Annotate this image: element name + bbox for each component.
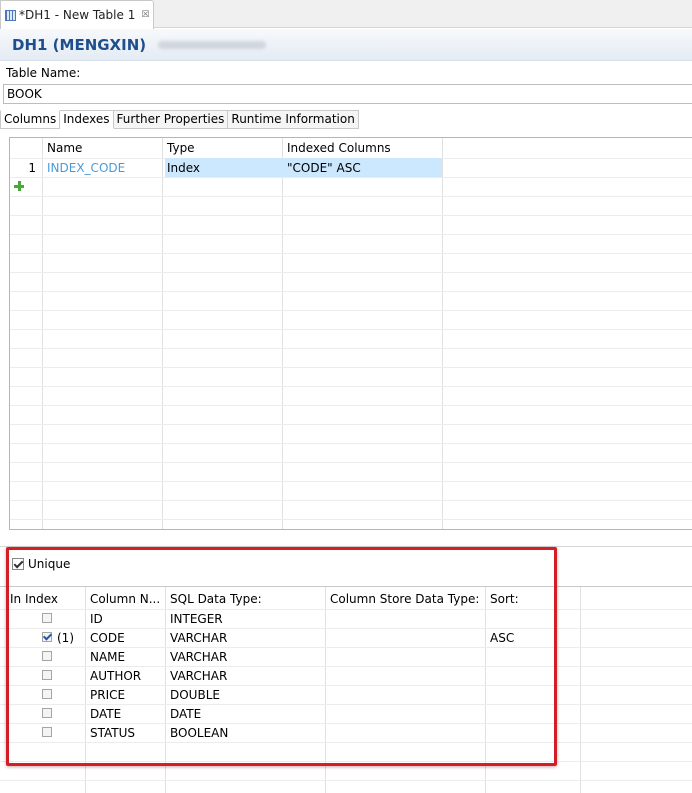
editor-tab-new-table[interactable]: *DH1 - New Table 1 ☒ xyxy=(0,0,154,29)
column-header-in-index[interactable]: In Index xyxy=(10,592,58,606)
index-order: (1) xyxy=(57,631,74,645)
grid-row-line xyxy=(10,386,692,387)
unique-label: Unique xyxy=(28,557,71,571)
grid-row-line xyxy=(10,253,692,254)
sql-type-cell: DATE xyxy=(170,707,202,721)
grid-row-line xyxy=(10,272,692,273)
table-name-label: Table Name: xyxy=(6,66,81,80)
column-header-column-name[interactable]: Column N... xyxy=(90,592,160,606)
grid-row-line xyxy=(10,291,692,292)
blurred-host-address xyxy=(158,40,267,49)
table-name-input[interactable] xyxy=(3,84,692,104)
column-name-cell: NAME xyxy=(90,650,126,664)
editor-tab-title: *DH1 - New Table 1 xyxy=(19,8,136,22)
table-row[interactable]: NAME VARCHAR xyxy=(0,647,692,666)
table-row[interactable]: PRICE DOUBLE xyxy=(0,685,692,704)
grid-row-line xyxy=(10,234,692,235)
grid-row-line xyxy=(10,500,692,501)
grid-row-line xyxy=(10,310,692,311)
column-header-sort[interactable]: Sort: xyxy=(490,592,519,606)
column-name-cell: DATE xyxy=(90,707,122,721)
in-index-checkbox[interactable] xyxy=(42,708,52,718)
grid-row-line xyxy=(10,367,692,368)
sql-type-cell: INTEGER xyxy=(170,612,223,626)
table-icon xyxy=(5,9,16,21)
plus-icon[interactable] xyxy=(14,181,24,191)
connection-title: DH1 (MENGXIN) xyxy=(12,35,147,54)
column-header-name[interactable]: Name xyxy=(47,141,82,155)
grid-row-line xyxy=(10,443,692,444)
grid-row-line xyxy=(10,462,692,463)
column-header-indexed-columns[interactable]: Indexed Columns xyxy=(287,141,391,155)
property-tabs: Columns Indexes Further Properties Runti… xyxy=(0,110,359,129)
grid-row-line xyxy=(10,196,692,197)
sql-type-cell: DOUBLE xyxy=(170,688,220,702)
close-icon[interactable]: ☒ xyxy=(141,10,149,20)
sort-cell[interactable]: ASC xyxy=(490,631,514,645)
table-row[interactable]: 1 INDEX_CODE Index "CODE" ASC xyxy=(10,158,442,177)
index-type-cell[interactable]: Index xyxy=(167,161,200,175)
grid-row-line xyxy=(0,780,692,781)
grid-row-line xyxy=(10,215,692,216)
tab-indexes[interactable]: Indexes xyxy=(60,110,114,129)
column-header-column-store-data-type[interactable]: Column Store Data Type: xyxy=(330,592,479,606)
table-row[interactable]: ID INTEGER xyxy=(0,609,692,628)
grid-row-line xyxy=(10,519,692,520)
unique-checkbox[interactable] xyxy=(12,558,24,570)
column-name-cell: STATUS xyxy=(90,726,136,740)
grid-row-line xyxy=(10,481,692,482)
column-name-cell: CODE xyxy=(90,631,125,645)
table-row[interactable]: STATUS BOOLEAN xyxy=(0,723,692,742)
tab-columns[interactable]: Columns xyxy=(0,110,61,129)
grid-row-line xyxy=(10,329,692,330)
grid-row-line xyxy=(0,742,692,743)
sql-type-cell: VARCHAR xyxy=(170,650,228,664)
in-index-checkbox[interactable] xyxy=(42,613,52,623)
grid-row-line xyxy=(10,177,692,178)
editor-header: DH1 (MENGXIN) xyxy=(0,29,692,61)
indexes-table[interactable]: Name Type Indexed Columns 1 INDEX_CODE I… xyxy=(9,137,692,530)
sql-type-cell: VARCHAR xyxy=(170,631,228,645)
section-divider xyxy=(0,546,692,547)
column-header-sql-data-type[interactable]: SQL Data Type: xyxy=(170,592,262,606)
row-number: 1 xyxy=(28,161,36,175)
table-row[interactable]: AUTHOR VARCHAR xyxy=(0,666,692,685)
column-header-type[interactable]: Type xyxy=(167,141,195,155)
index-name-cell[interactable]: INDEX_CODE xyxy=(47,161,125,175)
in-index-checkbox[interactable] xyxy=(42,651,52,661)
grid-row-line xyxy=(10,405,692,406)
tab-further-properties[interactable]: Further Properties xyxy=(113,110,229,129)
sql-type-cell: BOOLEAN xyxy=(170,726,229,740)
indexed-columns-cell[interactable]: "CODE" ASC xyxy=(287,161,361,175)
grid-row-line xyxy=(10,424,692,425)
table-row[interactable]: (1) CODE VARCHAR ASC xyxy=(0,628,692,647)
table-row[interactable]: DATE DATE xyxy=(0,704,692,723)
sql-type-cell: VARCHAR xyxy=(170,669,228,683)
in-index-checkbox[interactable] xyxy=(42,632,52,642)
in-index-checkbox[interactable] xyxy=(42,727,52,737)
grid-row-line xyxy=(10,348,692,349)
index-columns-table[interactable]: In Index Column N... SQL Data Type: Colu… xyxy=(0,586,692,793)
in-index-checkbox[interactable] xyxy=(42,689,52,699)
in-index-checkbox[interactable] xyxy=(42,670,52,680)
column-name-cell: PRICE xyxy=(90,688,126,702)
column-name-cell: ID xyxy=(90,612,103,626)
indexes-header: Name Type Indexed Columns xyxy=(10,138,692,158)
unique-option[interactable]: Unique xyxy=(12,557,70,571)
grid-row-line xyxy=(0,761,692,762)
tab-runtime-information[interactable]: Runtime Information xyxy=(228,110,359,129)
editor-tab-bar: *DH1 - New Table 1 ☒ xyxy=(0,0,692,29)
column-name-cell: AUTHOR xyxy=(90,669,142,683)
